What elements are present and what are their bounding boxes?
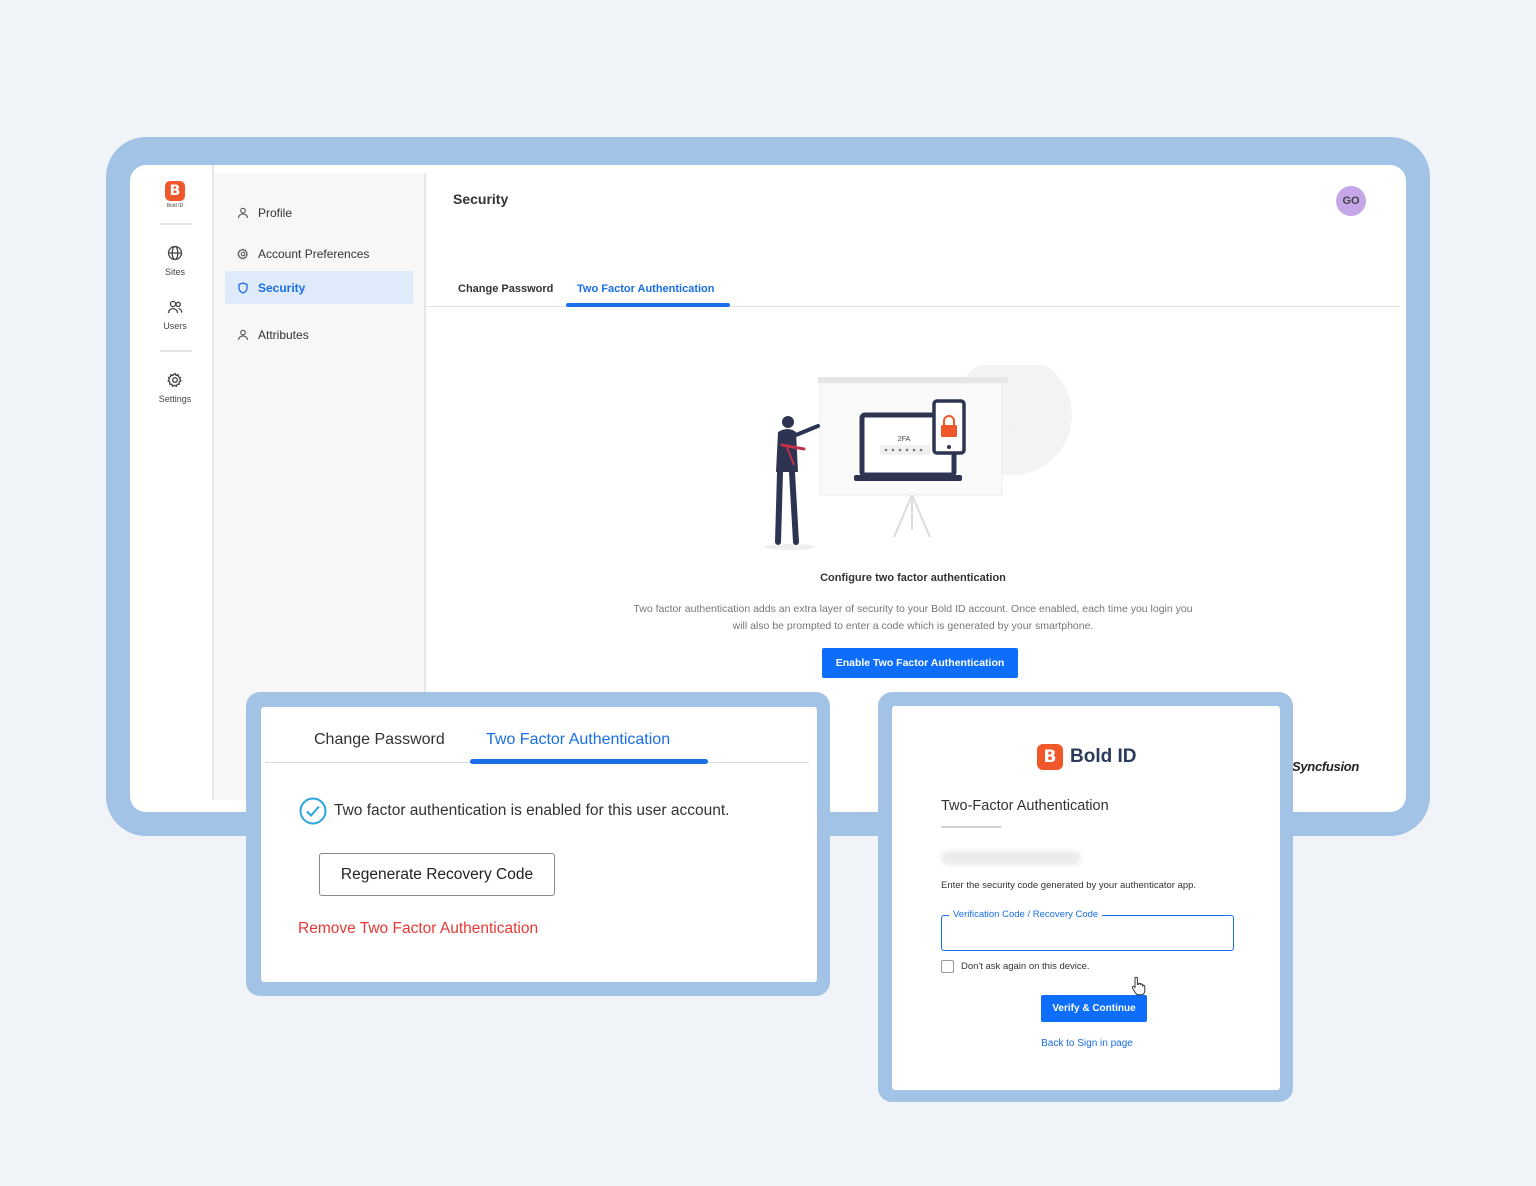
remove-two-factor-link[interactable]: Remove Two Factor Authentication	[298, 920, 538, 938]
verify-title: Two-Factor Authentication	[941, 798, 1109, 814]
hand-cursor-icon	[1131, 976, 1146, 996]
description-line: will also be prompted to enter a code wh…	[732, 620, 1094, 632]
description-line: Two factor authentication adds an extra …	[633, 603, 1193, 615]
avatar[interactable]: GO	[1336, 186, 1366, 216]
regenerate-recovery-code-button[interactable]: Regenerate Recovery Code	[319, 853, 555, 896]
rail-divider	[160, 223, 192, 225]
status-text: Two factor authentication is enabled for…	[334, 802, 730, 819]
remember-device-label: Don't ask again on this device.	[961, 961, 1090, 972]
rail-divider	[160, 350, 192, 352]
verify-instruction: Enter the security code generated by you…	[941, 880, 1197, 891]
subnav-label: Account Preferences	[258, 246, 370, 261]
user-icon	[237, 207, 249, 218]
verify-continue-button[interactable]: Verify & Continue	[1041, 995, 1147, 1022]
blurred-account-email	[941, 851, 1081, 865]
two-factor-enabled-panel: Change Password Two Factor Authenticatio…	[261, 707, 817, 982]
enabled-panel-tabs: Change Password Two Factor Authenticatio…	[265, 707, 809, 764]
subnav-label: Attributes	[258, 327, 309, 342]
syncfusion-watermark: Syncfusion	[1292, 759, 1360, 774]
users-icon	[167, 300, 183, 314]
globe-icon	[167, 245, 183, 261]
bold-id-logo[interactable]: B	[165, 181, 185, 201]
rail-item-settings[interactable]: Settings	[147, 372, 203, 404]
remember-device-row[interactable]: Don't ask again on this device.	[941, 960, 1090, 973]
brand-name: Bold ID	[1070, 746, 1137, 767]
tab-change-password[interactable]: Change Password	[314, 731, 445, 749]
bold-id-brand: B Bold ID	[1037, 744, 1137, 770]
configure-title: Configure two factor authentication	[820, 572, 1006, 584]
subnav-item-account-preferences[interactable]: Account Preferences	[225, 237, 413, 270]
logo-caption: Bold ID	[166, 203, 184, 209]
bold-id-logo: B	[1037, 744, 1063, 770]
active-tab-indicator	[470, 759, 708, 764]
check-circle-icon	[299, 797, 327, 825]
subnav-item-security[interactable]: Security	[225, 271, 413, 304]
subnav-item-profile[interactable]: Profile	[225, 196, 413, 229]
gear-icon	[167, 372, 182, 388]
rail-label-settings: Settings	[158, 394, 192, 404]
subnav-divider	[424, 173, 426, 703]
tab-change-password[interactable]: Change Password	[458, 283, 553, 295]
subnav-item-attributes[interactable]: Attributes	[225, 318, 413, 351]
two-factor-illustration: 2FA	[765, 365, 1072, 550]
remember-device-checkbox[interactable]	[941, 960, 954, 973]
verification-code-input[interactable]	[941, 915, 1234, 951]
gear-icon	[237, 247, 249, 259]
rail-item-sites[interactable]: Sites	[147, 245, 203, 277]
configure-description: Two factor authentication adds an extra …	[600, 601, 1226, 635]
subnav-label: Security	[258, 280, 306, 295]
rail-label-users: Users	[163, 321, 187, 331]
active-tab-indicator	[566, 303, 730, 307]
rail-label-sites: Sites	[164, 267, 185, 277]
user-icon	[237, 329, 249, 340]
two-factor-verify-panel: B Bold ID Two-Factor Authentication Ente…	[892, 706, 1280, 1090]
shield-icon	[238, 281, 248, 294]
security-tabs: Change Password Two Factor Authenticatio…	[426, 277, 1400, 307]
page-title: Security	[453, 191, 509, 207]
illustration-2fa-label: 2FA	[898, 436, 911, 443]
back-to-sign-in-link[interactable]: Back to Sign in page	[892, 1038, 1282, 1049]
rail-item-users[interactable]: Users	[147, 299, 203, 331]
subnav-label: Profile	[258, 205, 293, 220]
tab-two-factor[interactable]: Two Factor Authentication	[486, 731, 670, 749]
icon-rail: B Bold ID Sites Users Settings	[130, 165, 214, 800]
verification-code-label: Verification Code / Recovery Code	[949, 909, 1103, 920]
tab-two-factor[interactable]: Two Factor Authentication	[577, 283, 715, 295]
two-factor-status: Two factor authentication is enabled for…	[299, 797, 729, 825]
panel-connector	[826, 814, 882, 836]
enable-two-factor-button[interactable]: Enable Two Factor Authentication	[822, 648, 1018, 678]
title-underline	[941, 826, 1001, 828]
